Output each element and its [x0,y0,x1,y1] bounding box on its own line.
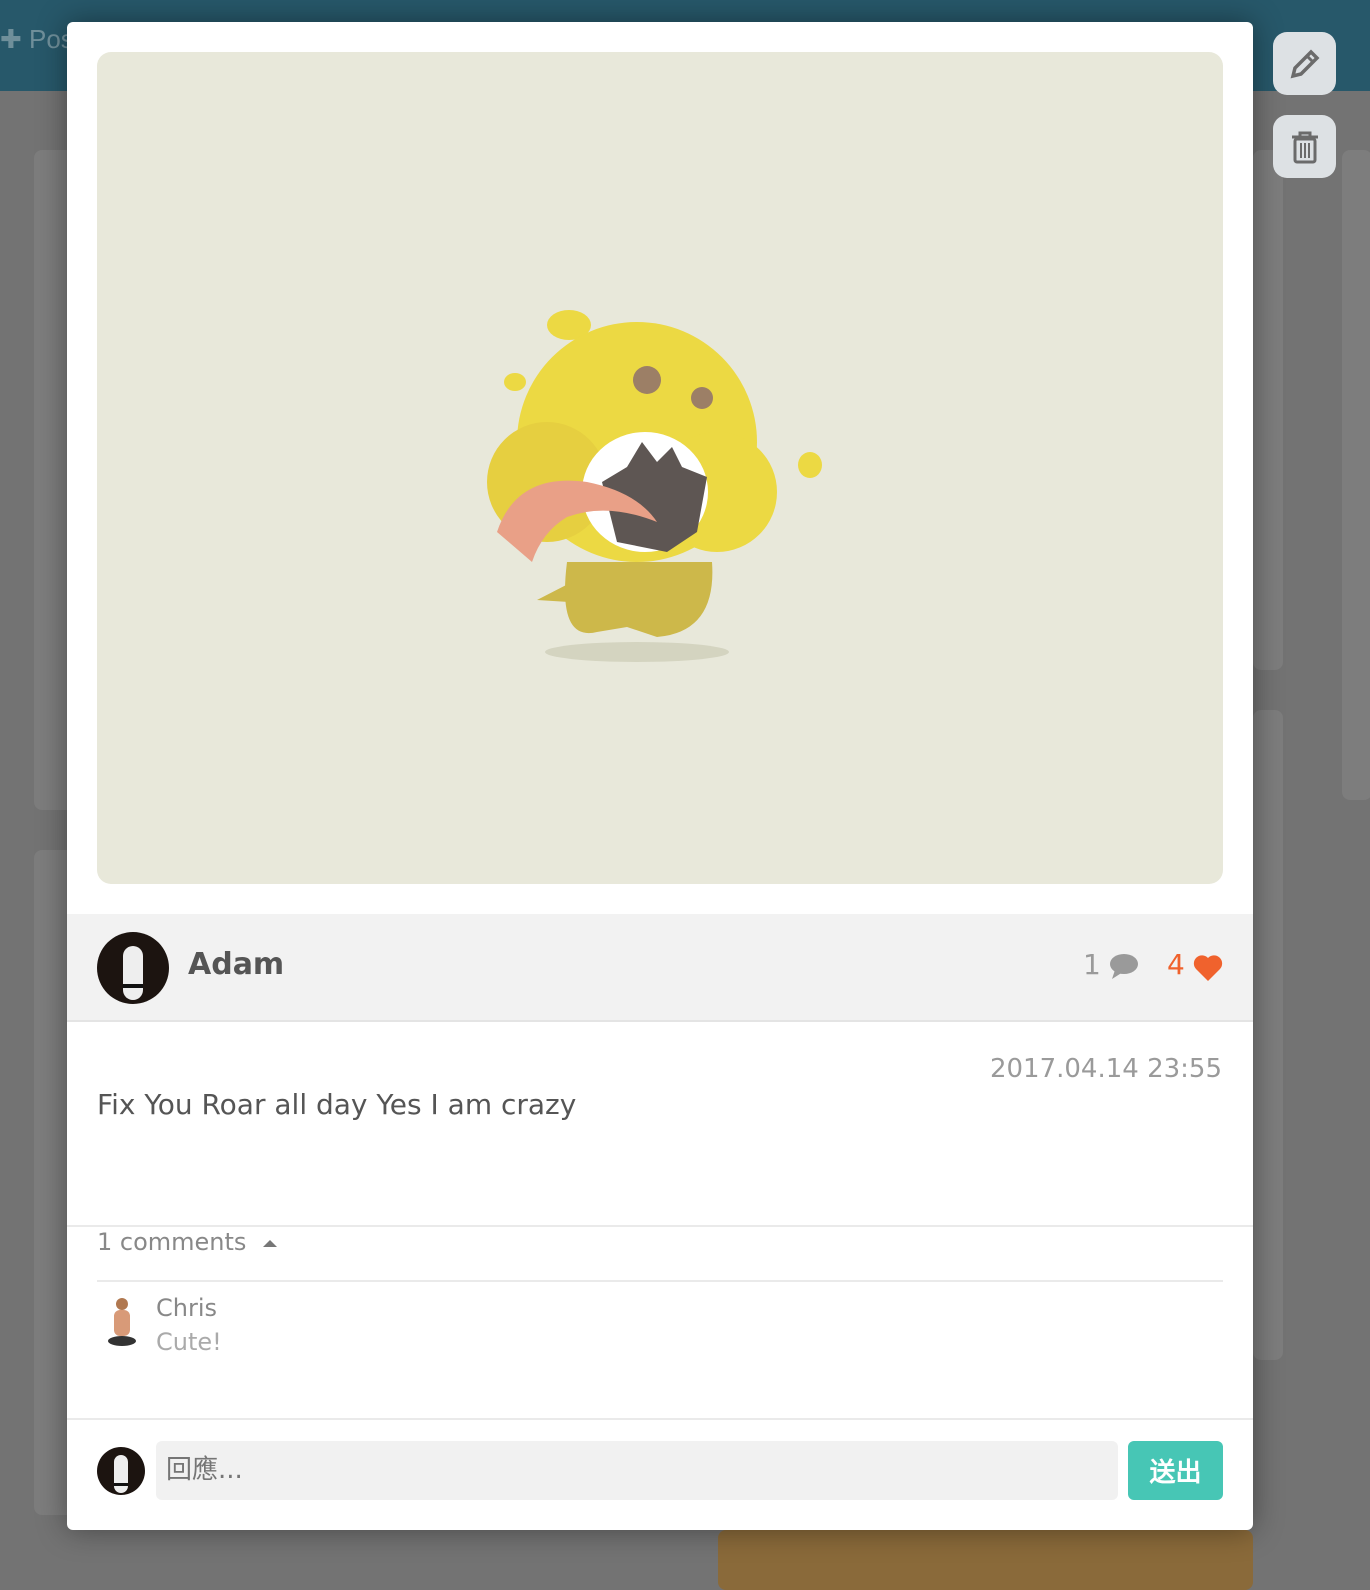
trash-icon [1291,131,1318,163]
comments-toggle[interactable]: 1 comments [97,1228,278,1256]
comment-count: 1 [1083,948,1101,981]
comments-toggle-label: 1 comments [97,1228,247,1256]
post-timestamp: 2017.04.14 23:55 [989,1054,1222,1084]
author-bar: Adam 1 4 [67,914,1253,1022]
caret-up-icon [263,1240,278,1247]
delete-button[interactable] [1273,115,1336,178]
divider [97,1280,1223,1282]
background-card [1253,150,1283,670]
commenter-name[interactable]: Chris [156,1294,217,1322]
background-card [718,1530,1253,1590]
author-name[interactable]: Adam [188,947,284,982]
send-button[interactable]: 送出 [1128,1441,1223,1500]
post-text: Fix You Roar all day Yes I am crazy [97,1088,577,1121]
like-count: 4 [1167,948,1185,981]
new-post-button[interactable]: ✚ Pos [0,24,74,55]
current-user-avatar [97,1447,145,1495]
edit-button[interactable] [1273,32,1336,95]
monster-illustration [487,310,822,662]
divider [67,1418,1253,1420]
background-card [1342,150,1370,800]
divider [67,1225,1253,1227]
commenter-avatar[interactable] [104,1296,140,1348]
comment-text: Cute! [156,1328,222,1356]
author-avatar[interactable] [97,932,169,1004]
heart-icon[interactable] [1193,954,1223,982]
post-image [97,52,1223,884]
pencil-icon [1290,49,1319,78]
post-modal: Adam 1 4 2017.04.14 23:55 Fix You Roar a… [67,22,1253,1530]
background-card [1253,710,1283,1360]
speech-bubble-icon[interactable] [1109,954,1139,980]
reply-input[interactable] [156,1441,1118,1500]
